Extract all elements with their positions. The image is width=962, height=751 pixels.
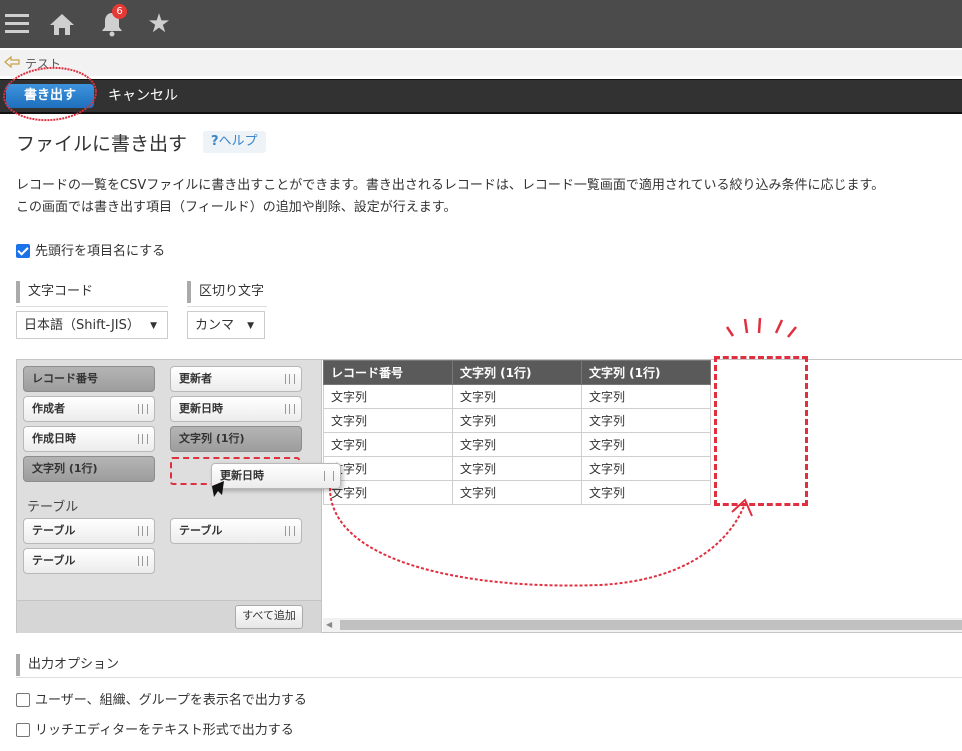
delimiter-value: カンマ [195,318,235,333]
page-description: レコードの一覧をCSVファイルに書き出すことができます。書き出されるレコードは、… [16,175,884,219]
action-bar: 書き出す キャンセル [0,79,962,114]
encoding-select[interactable]: 日本語（Shift-JIS） ▼ [16,311,168,339]
divider [187,306,267,307]
field-label: テーブル [32,554,76,567]
field-text-single-line[interactable]: 文字列 (1行) [170,426,302,452]
table-cell: 文字列 [581,432,711,457]
field-record-number[interactable]: レコード番号 [23,366,155,392]
export-button[interactable]: 書き出す [6,84,94,108]
drag-handle-icon[interactable] [285,374,295,384]
home-icon[interactable] [46,8,78,40]
description-line: この画面では書き出す項目（フィールド）の追加や削除、設定が行えます。 [16,200,457,215]
table-cell: 文字列 [323,432,453,457]
delimiter-heading: 区切り文字 [187,281,264,303]
field-table[interactable]: テーブル [23,518,155,544]
breadcrumb: テスト [0,50,962,76]
divider [16,306,168,307]
delimiter-select[interactable]: カンマ ▼ [187,311,265,339]
header-row-label: 先頭行を項目名にする [35,244,166,259]
star-icon[interactable]: ★ [143,8,175,40]
description-line: レコードの一覧をCSVファイルに書き出すことができます。書き出されるレコードは、… [16,178,885,193]
top-navigation-bar: 6 ★ [0,0,962,48]
table-cell: 文字列 [581,408,711,433]
table-cell: 文字列 [323,384,453,409]
help-icon: ? [211,134,219,149]
field-updated-by[interactable]: 更新者 [170,366,302,392]
table-cell: 文字列 [323,408,453,433]
rich-editor-text-checkbox[interactable] [16,723,30,737]
field-table[interactable]: テーブル [23,548,155,574]
field-label: 更新日時 [179,402,223,415]
breadcrumb-app-link[interactable]: テスト [25,55,61,72]
drag-handle-icon[interactable] [324,471,334,481]
horizontal-scrollbar[interactable]: ◀ [323,618,962,632]
chevron-down-icon: ▼ [150,321,157,331]
table-cell: 文字列 [323,456,453,481]
field-text-single-line[interactable]: 文字列 (1行) [23,456,155,482]
table-cell: 文字列 [581,480,711,505]
field-label: 更新日時 [220,469,264,482]
drag-handle-icon[interactable] [138,556,148,566]
field-created-at[interactable]: 作成日時 [23,426,155,452]
table-cell: 文字列 [452,432,582,457]
field-label: 作成者 [32,402,65,415]
field-label: テーブル [179,524,223,537]
help-label: ヘルプ [218,134,258,149]
field-label: テーブル [32,524,76,537]
field-label: 更新者 [179,372,212,385]
display-name-label: ユーザー、組織、グループを表示名で出力する [35,693,307,708]
scroll-left-icon[interactable]: ◀ [326,620,332,629]
cancel-button[interactable]: キャンセル [108,84,178,108]
column-header[interactable]: レコード番号 [323,360,453,385]
table-cell: 文字列 [452,480,582,505]
table-row: 文字列 文字列 文字列 [323,480,711,505]
field-updated-at[interactable]: 更新日時 [170,396,302,422]
drag-handle-icon[interactable] [285,404,295,414]
drag-handle-icon[interactable] [285,526,295,536]
drag-handle-icon[interactable] [138,434,148,444]
table-row: 文字列 文字列 文字列 [323,456,711,481]
display-name-checkbox[interactable] [16,693,30,707]
table-cell: 文字列 [452,408,582,433]
table-row: 文字列 文字列 文字列 [323,432,711,457]
drag-handle-icon[interactable] [138,526,148,536]
divider [16,677,962,678]
column-header[interactable]: 文字列 (1行) [452,360,582,385]
drag-handle-icon[interactable] [138,404,148,414]
table-row: 文字列 文字列 文字列 [323,384,711,409]
encoding-value: 日本語（Shift-JIS） [24,318,140,333]
header-row-checkbox[interactable] [16,244,30,258]
encoding-heading: 文字コード [16,281,93,303]
table-cell: 文字列 [452,384,582,409]
column-header[interactable]: 文字列 (1行) [581,360,711,385]
notification-badge: 6 [112,4,127,19]
field-table[interactable]: テーブル [170,518,302,544]
table-cell: 文字列 [323,480,453,505]
field-label: 文字列 (1行) [32,462,98,475]
field-label: レコード番号 [32,372,98,385]
table-cell: 文字列 [452,456,582,481]
field-label: 作成日時 [32,432,76,445]
add-all-button[interactable]: すべて追加 [235,605,303,629]
rich-editor-text-label: リッチエディターをテキスト形式で出力する [35,723,294,738]
page-title: ファイルに書き出す [16,133,188,155]
table-row: 文字列 文字列 文字列 [323,408,711,433]
table-cell: 文字列 [581,456,711,481]
scrollbar-thumb[interactable] [340,620,962,630]
preview-table: レコード番号 文字列 (1行) 文字列 (1行) 文字列 文字列 文字列 文字列… [323,360,711,505]
output-options-heading: 出力オプション [16,654,119,676]
menu-icon[interactable] [2,8,34,40]
dragging-field[interactable]: 更新日時 [211,463,341,489]
help-link[interactable]: ?ヘルプ [203,131,266,153]
table-section-label: テーブル [27,500,79,515]
annotation-emphasis-marks [725,317,797,338]
field-created-by[interactable]: 作成者 [23,396,155,422]
table-cell: 文字列 [581,384,711,409]
drop-target-indicator [714,356,808,506]
field-label: 文字列 (1行) [179,432,245,445]
table-header-row: レコード番号 文字列 (1行) 文字列 (1行) [323,360,711,385]
chevron-down-icon: ▼ [247,321,254,331]
app-arrow-icon [4,56,20,68]
